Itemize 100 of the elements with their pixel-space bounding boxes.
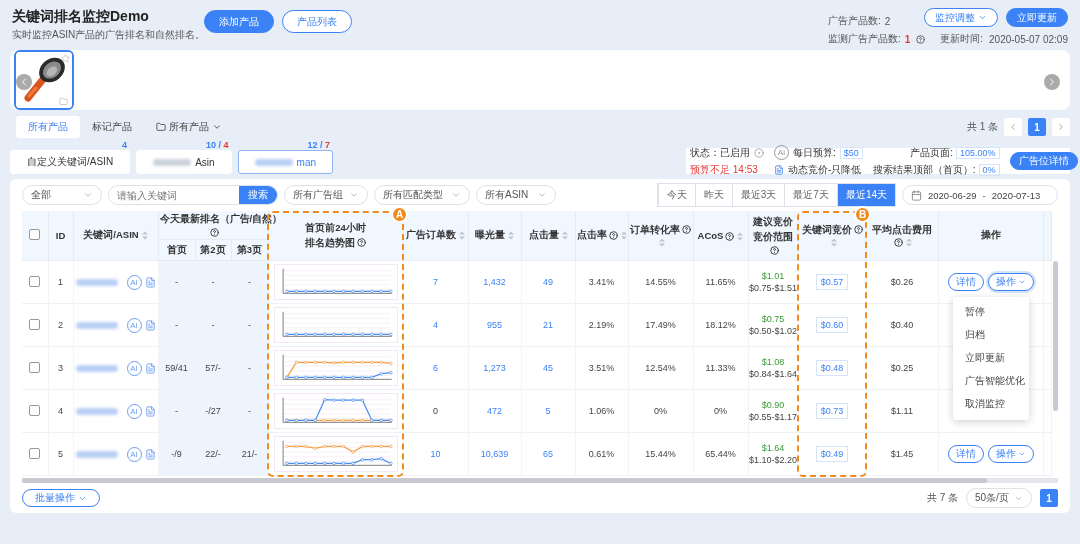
- sort-icon[interactable]: [659, 238, 665, 248]
- details-button[interactable]: 详情: [947, 273, 984, 291]
- checkbox[interactable]: [29, 404, 41, 416]
- document-icon[interactable]: [144, 276, 156, 288]
- sort-icon[interactable]: [459, 231, 465, 240]
- impressions[interactable]: 472: [487, 406, 502, 416]
- help-icon[interactable]: [608, 231, 618, 240]
- calendar-icon[interactable]: [911, 189, 922, 201]
- keyword-bid[interactable]: $0.48: [815, 360, 849, 376]
- column-header: 广告订单数: [406, 229, 456, 240]
- checkbox[interactable]: [29, 275, 41, 287]
- details-button[interactable]: 详情: [947, 445, 984, 463]
- impressions[interactable]: 1,432: [483, 277, 506, 287]
- ad-orders[interactable]: 10: [430, 449, 441, 459]
- product-tab[interactable]: 所有产品: [16, 116, 80, 138]
- page-number[interactable]: 1: [1028, 118, 1046, 136]
- menu-item[interactable]: 取消监控: [952, 393, 1029, 416]
- avg-cpc: $1.11: [891, 406, 913, 416]
- ad-orders[interactable]: 7: [433, 277, 438, 287]
- product-tab[interactable]: 标记产品: [80, 116, 144, 138]
- previous-page-icon[interactable]: [1004, 118, 1022, 136]
- sort-icon[interactable]: [561, 231, 568, 240]
- document-icon[interactable]: [144, 448, 156, 460]
- product-thumbnail[interactable]: [14, 50, 74, 110]
- help-icon[interactable]: [357, 238, 366, 248]
- actions-dropdown[interactable]: 操作: [987, 273, 1034, 291]
- keyword-group-tab[interactable]: 自定义关键词/ASIN: [10, 150, 131, 174]
- caret-icon[interactable]: [451, 190, 461, 200]
- product-tab[interactable]: 所有产品: [144, 116, 234, 138]
- keyword-search-field[interactable]: 请输入关键词 搜索: [108, 185, 278, 205]
- stat-value: 1: [904, 33, 911, 45]
- impressions[interactable]: 10,639: [480, 449, 509, 459]
- count-label: 12 / 7: [307, 140, 331, 150]
- help-icon[interactable]: [769, 246, 779, 255]
- update-time-label: 更新时间:: [940, 32, 984, 46]
- clicks[interactable]: 65: [543, 449, 553, 459]
- next-page-icon[interactable]: [1052, 118, 1070, 136]
- help-icon[interactable]: [853, 225, 863, 235]
- monitor-settings-dropdown[interactable]: 监控调整: [924, 8, 998, 27]
- star-icon[interactable]: [61, 54, 70, 63]
- help-icon[interactable]: [682, 225, 691, 235]
- clicks[interactable]: 49: [543, 277, 553, 287]
- sort-icon[interactable]: [508, 231, 514, 240]
- keyword-bid[interactable]: $0.73: [815, 403, 849, 419]
- help-icon[interactable]: [725, 232, 735, 241]
- checkbox[interactable]: [29, 318, 41, 330]
- document-icon[interactable]: [144, 362, 156, 374]
- keyword-group-tab[interactable]: Asin: [136, 150, 232, 174]
- sort-icon[interactable]: [737, 232, 744, 241]
- checkbox[interactable]: [29, 229, 41, 240]
- menu-item[interactable]: 广告智能优化: [952, 370, 1029, 393]
- sort-icon[interactable]: [830, 238, 837, 248]
- update-now-button[interactable]: 立即更新: [1006, 8, 1068, 27]
- help-icon[interactable]: [894, 238, 903, 248]
- document-icon[interactable]: [774, 165, 784, 175]
- caret-icon[interactable]: [1017, 450, 1026, 458]
- keyword-bid[interactable]: $0.49: [815, 446, 849, 462]
- document-icon[interactable]: [144, 319, 156, 331]
- clicks[interactable]: 5: [545, 406, 551, 416]
- date-range-tab[interactable]: 最近14天: [836, 184, 895, 206]
- ad-orders[interactable]: 6: [433, 363, 438, 373]
- menu-item[interactable]: 暂停: [952, 301, 1029, 324]
- batch-actions-dropdown[interactable]: 批量操作: [22, 489, 100, 507]
- menu-item[interactable]: 立即更新: [952, 347, 1029, 370]
- product-list-button[interactable]: 产品列表: [282, 10, 352, 33]
- checkbox[interactable]: [29, 361, 41, 373]
- help-icon[interactable]: [209, 228, 219, 237]
- update-time: 2020-05-07 02:09: [989, 33, 1068, 45]
- caret-icon[interactable]: [212, 122, 222, 132]
- checkbox[interactable]: [29, 447, 41, 459]
- keyword-bid[interactable]: $0.57: [815, 274, 849, 290]
- clicks[interactable]: 45: [543, 363, 553, 373]
- keyword-group-tab[interactable]: man: [237, 150, 334, 174]
- caret-icon[interactable]: [83, 190, 93, 200]
- status-icon[interactable]: [754, 147, 764, 158]
- impressions[interactable]: 1,273: [483, 363, 506, 373]
- actions-dropdown[interactable]: 操作: [987, 445, 1034, 463]
- blurred-text: [75, 364, 118, 372]
- placement-details-button[interactable]: 广告位详情: [1009, 152, 1078, 170]
- folder-icon[interactable]: [156, 122, 166, 132]
- caret-icon[interactable]: [537, 190, 547, 200]
- vertical-scrollbar[interactable]: [1053, 261, 1058, 411]
- caret-icon[interactable]: [978, 13, 987, 22]
- caret-icon[interactable]: [349, 190, 359, 200]
- bid-range: $0.55-$1.17: [749, 412, 798, 422]
- help-icon[interactable]: [916, 34, 926, 44]
- caret-icon[interactable]: [1017, 278, 1026, 286]
- placement-value: 105.00%: [956, 146, 1000, 159]
- document-icon[interactable]: [144, 405, 156, 417]
- search-button[interactable]: 搜索: [239, 186, 277, 204]
- ad-orders[interactable]: 4: [433, 320, 438, 330]
- sort-icon[interactable]: [141, 231, 148, 240]
- keyword-bid[interactable]: $0.60: [815, 317, 849, 333]
- menu-item[interactable]: 归档: [952, 324, 1029, 347]
- add-product-button[interactable]: 添加产品: [204, 10, 274, 33]
- conversion-rate: 0%: [654, 406, 667, 416]
- page-number[interactable]: 1: [1040, 489, 1058, 507]
- impressions[interactable]: 955: [487, 320, 502, 330]
- clicks[interactable]: 21: [543, 320, 553, 330]
- horizontal-scrollbar[interactable]: [22, 478, 1058, 483]
